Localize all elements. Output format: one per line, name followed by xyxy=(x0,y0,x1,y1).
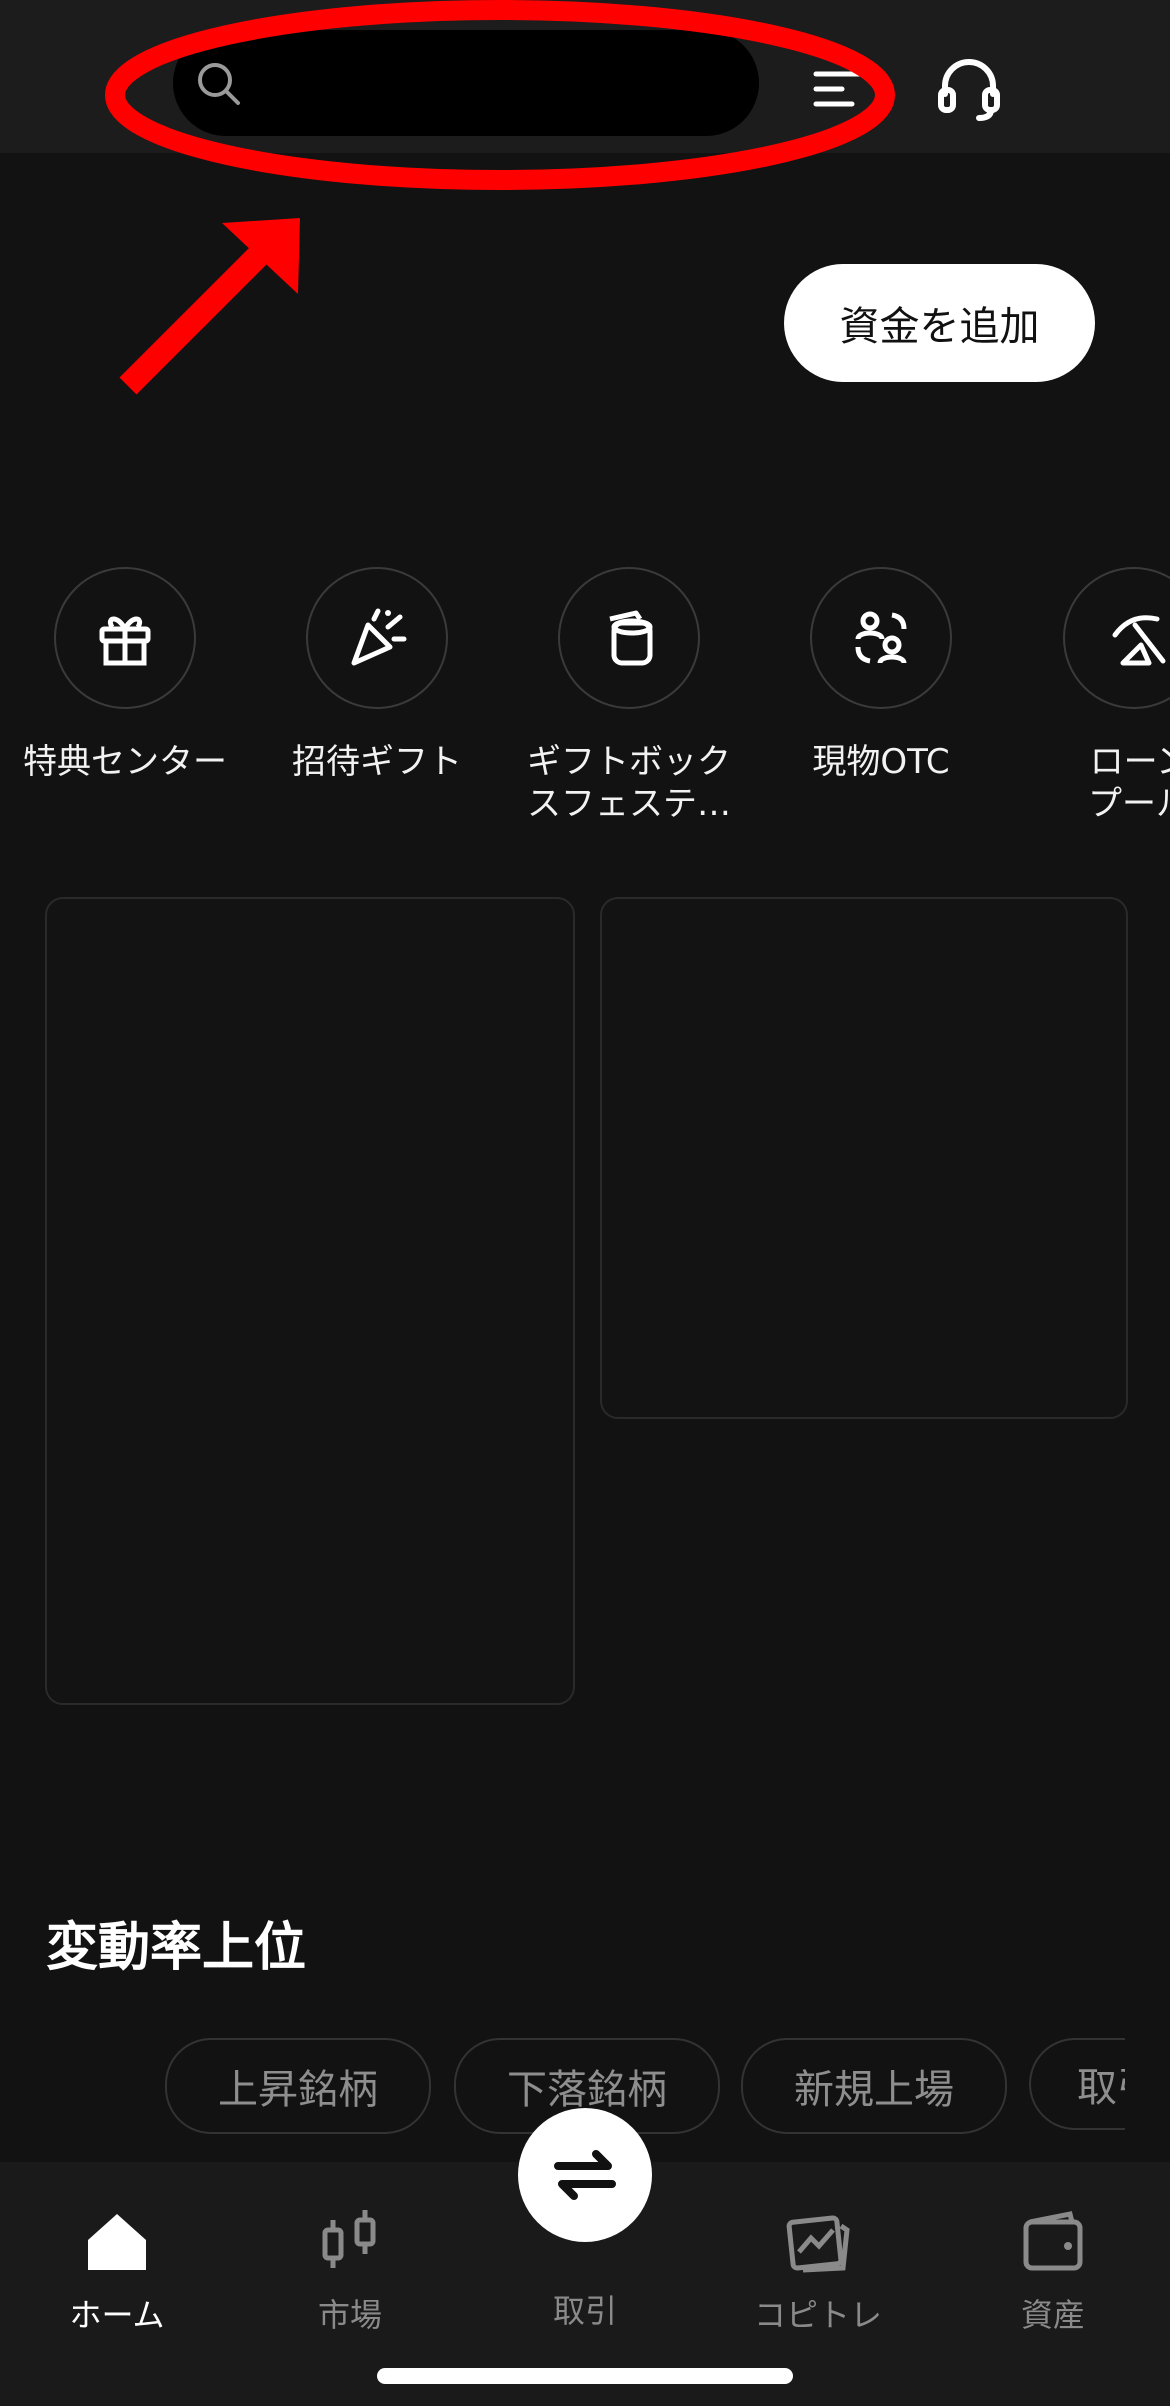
chip-new-listings[interactable]: 新規上場 xyxy=(741,2038,1007,2134)
top-header xyxy=(0,0,1170,153)
promo-card-right[interactable] xyxy=(600,897,1128,1419)
search-input[interactable] xyxy=(253,30,733,136)
shortcut-circle xyxy=(1063,567,1170,709)
pickaxe-icon xyxy=(1112,615,1166,666)
home-icon xyxy=(88,2214,146,2270)
wallet-icon xyxy=(1023,2211,1083,2271)
shortcut-circle xyxy=(558,567,700,709)
search-bar[interactable] xyxy=(173,30,759,136)
gift-box-icon xyxy=(609,610,653,666)
shortcut-label: ギフトボック スフェステ… xyxy=(527,742,731,824)
chip-gainers[interactable]: 上昇銘柄 xyxy=(165,2038,431,2134)
shortcut-label: 特典センター xyxy=(23,742,227,782)
shortcut-label: ローン プール xyxy=(1088,742,1170,824)
nav-label: コピトレ xyxy=(753,2296,882,2334)
filter-icon[interactable] xyxy=(812,60,870,118)
nav-home[interactable]: ホーム xyxy=(17,2162,217,2336)
promo-card-left[interactable] xyxy=(45,897,575,1705)
nav-assets[interactable]: 資産 xyxy=(953,2162,1153,2336)
nav-label: ホーム xyxy=(69,2296,165,2334)
nav-label: 市場 xyxy=(317,2296,382,2334)
movers-filter-chips: 上昇銘柄 下落銘柄 新規上場 取引 xyxy=(165,2038,1125,2134)
shortcut-invite-gift[interactable]: 招待ギフト xyxy=(257,567,497,783)
search-icon xyxy=(198,63,240,105)
shortcut-label: 招待ギフト xyxy=(292,742,462,782)
trade-fab[interactable] xyxy=(518,2108,652,2242)
shortcut-gift-box-festival[interactable]: ギフトボック スフェステ… xyxy=(509,567,749,825)
home-indicator xyxy=(377,2368,793,2384)
annotation-arrow-head xyxy=(222,218,300,294)
shortcut-rewards-center[interactable]: 特典センター xyxy=(5,567,245,783)
chip-volume[interactable]: 取引 xyxy=(1029,2038,1125,2130)
swap-icon xyxy=(554,2150,616,2200)
shortcut-spot-otc[interactable]: 現物OTC xyxy=(761,567,1001,783)
shortcut-loan-pool[interactable]: ローン プール xyxy=(1013,567,1170,825)
annotation-arrow-shaft xyxy=(119,237,277,395)
nav-copy-trade[interactable]: コピトレ xyxy=(718,2162,918,2336)
gift-icon xyxy=(99,616,151,666)
shortcut-label: 現物OTC xyxy=(812,742,950,782)
headset-icon[interactable] xyxy=(935,56,1003,124)
users-exchange-icon xyxy=(855,611,907,664)
copy-trade-icon xyxy=(786,2215,850,2273)
add-funds-button[interactable]: 資金を追加 xyxy=(784,264,1095,382)
candlestick-icon xyxy=(322,2210,376,2268)
shortcut-circle xyxy=(54,567,196,709)
shortcut-circle xyxy=(306,567,448,709)
nav-label: 取引 xyxy=(552,2292,617,2330)
section-title: 変動率上位 xyxy=(46,1918,307,1978)
nav-markets[interactable]: 市場 xyxy=(250,2162,450,2336)
nav-label: 資産 xyxy=(1020,2296,1085,2334)
shortcut-circle xyxy=(810,567,952,709)
party-popper-icon xyxy=(351,608,407,666)
